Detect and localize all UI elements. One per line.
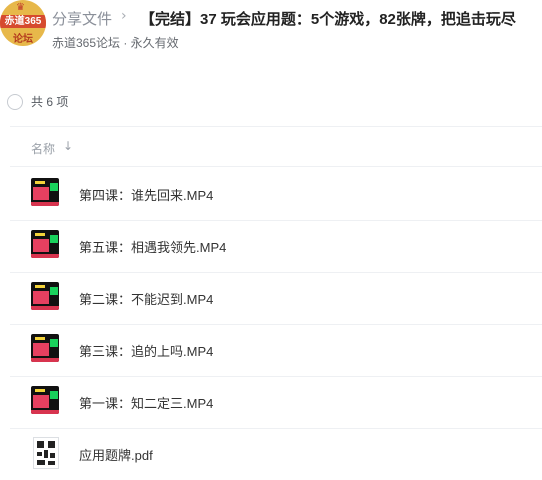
select-all-checkbox[interactable]	[7, 94, 23, 110]
list-item[interactable]: 第二课：不能迟到.MP4	[0, 272, 542, 324]
list-item[interactable]: 第四课：谁先回来.MP4	[0, 168, 542, 220]
file-name[interactable]: 第二课：不能迟到.MP4	[79, 289, 213, 308]
video-thumbnail-icon	[31, 230, 59, 258]
divider	[10, 126, 542, 127]
file-name[interactable]: 第四课：谁先回来.MP4	[79, 185, 213, 204]
forum-avatar[interactable]: ♛ 赤道365 论坛	[0, 0, 46, 46]
list-item[interactable]: 第三课：追的上吗.MP4	[0, 324, 542, 376]
list-item[interactable]: 应用题牌.pdf	[0, 428, 542, 480]
crown-icon: ♛	[16, 2, 25, 13]
file-name[interactable]: 第三课：追的上吗.MP4	[79, 341, 213, 360]
share-header: ♛ 赤道365 论坛 分享文件 › 【完结】37 玩会应用题：5个游戏，82张牌…	[0, 0, 542, 60]
video-thumbnail-icon	[31, 334, 59, 362]
chevron-right-icon: ›	[121, 8, 127, 24]
item-count: 共 6 项	[31, 95, 69, 109]
sort-down-icon[interactable]: ↓	[63, 139, 73, 153]
video-thumbnail-icon	[31, 282, 59, 310]
pdf-file-icon	[33, 437, 59, 469]
avatar-brand-text: 赤道365	[0, 15, 46, 28]
file-name[interactable]: 第一课：知二定三.MP4	[79, 393, 213, 412]
file-name[interactable]: 第五课：相遇我领先.MP4	[79, 237, 226, 256]
video-thumbnail-icon	[31, 178, 59, 206]
divider	[10, 166, 542, 167]
avatar-forum-text: 论坛	[13, 34, 33, 45]
video-thumbnail-icon	[31, 386, 59, 414]
list-item[interactable]: 第一课：知二定三.MP4	[0, 376, 542, 428]
page-title: 【完结】37 玩会应用题：5个游戏，82张牌，把追击玩尽	[140, 11, 516, 28]
column-header-name[interactable]: 名称	[31, 140, 55, 157]
list-item[interactable]: 第五课：相遇我领先.MP4	[0, 220, 542, 272]
breadcrumb-root-link[interactable]: 分享文件	[52, 8, 112, 29]
share-owner-validity: 赤道365论坛 · 永久有效	[52, 36, 179, 50]
file-name[interactable]: 应用题牌.pdf	[79, 445, 153, 464]
